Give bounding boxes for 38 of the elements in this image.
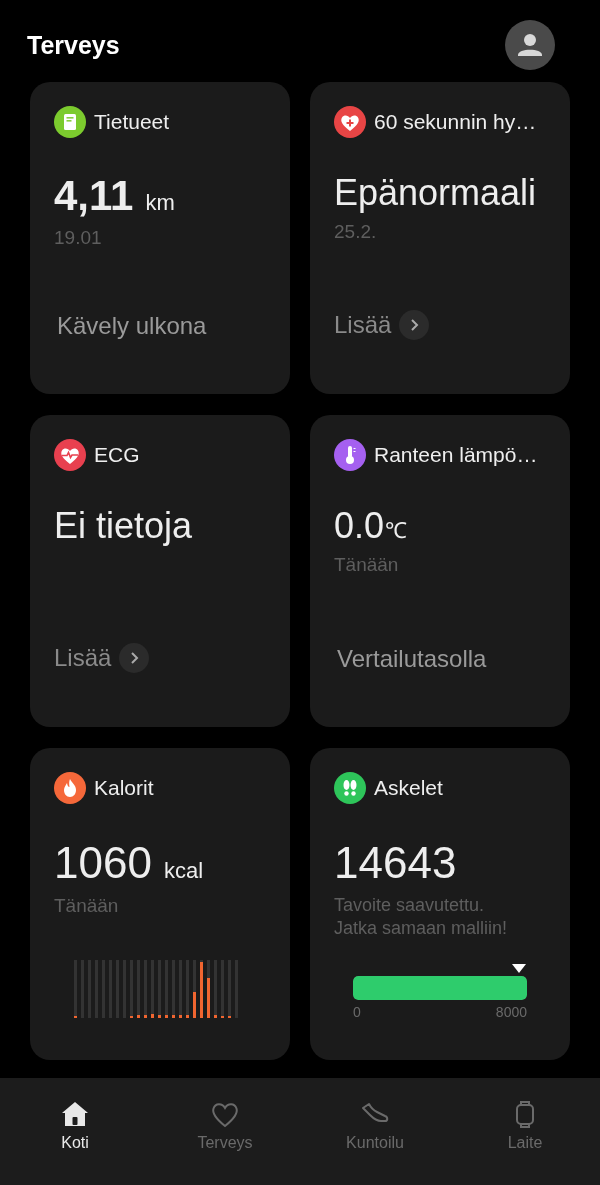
more-link[interactable]: Lisää — [54, 644, 112, 672]
nav-tab[interactable]: Koti — [0, 1078, 150, 1158]
metric-card[interactable]: Kalorit 1060 kcal Tänään — [30, 748, 290, 1060]
card-value: Ei tietoja — [54, 505, 193, 547]
card-value: 0.0 — [334, 505, 385, 547]
card-subtitle: Tavoite saavutettu. Jatka samaan malliin! — [334, 894, 509, 939]
unit-label: kcal — [163, 858, 203, 884]
axis-label: 0 — [353, 1004, 361, 1020]
card-subtitle: 25.2. — [334, 220, 378, 244]
unit-label: km — [145, 190, 175, 216]
card-value: Epänormaali — [334, 172, 537, 214]
metric-card[interactable]: Askelet 14643 Tavoite saavutettu. Jatka samaan malliin! 0 8000 — [310, 748, 570, 1060]
card-subtitle: Tänään — [334, 553, 400, 577]
metric-card[interactable]: ECG Ei tietoja Lisää — [30, 415, 290, 727]
avatar-icon[interactable] — [505, 20, 555, 70]
card-footer: Kävely ulkona — [57, 312, 207, 340]
axis-label: 8000 — [495, 1004, 527, 1020]
metric-card[interactable]: Tietueet 4,11 km 19.01 Kävely ulkona — [30, 82, 290, 394]
card-subtitle: 19.01 — [54, 226, 103, 250]
card-title: ECG — [94, 443, 140, 467]
card-title: Ranteen lämpö… — [374, 443, 538, 467]
metric-card[interactable]: Ranteen lämpö… 0.0℃ Tänään Vertailutasolla — [310, 415, 570, 727]
card-value: 4,11 — [54, 172, 134, 220]
page-title: Terveys — [27, 30, 120, 60]
card-value: 1060 — [54, 838, 152, 888]
more-link[interactable]: Lisää — [334, 311, 392, 339]
marker-icon — [512, 964, 526, 973]
unit-label: ℃ — [385, 517, 408, 544]
card-footer: Vertailutasolla — [337, 645, 487, 673]
metric-card[interactable]: 60 sekunnin hy… Epänormaali 25.2. Lisää — [310, 82, 570, 394]
card-subtitle: Tänään — [54, 894, 120, 918]
chevron-icon[interactable] — [119, 643, 150, 673]
card-title: Askelet — [374, 776, 443, 800]
card-title: Kalorit — [94, 776, 154, 800]
card-value: 14643 — [334, 838, 457, 888]
card-title: Tietueet — [94, 110, 170, 134]
chevron-icon[interactable] — [399, 310, 430, 340]
card-title: 60 sekunnin hy… — [374, 110, 537, 134]
